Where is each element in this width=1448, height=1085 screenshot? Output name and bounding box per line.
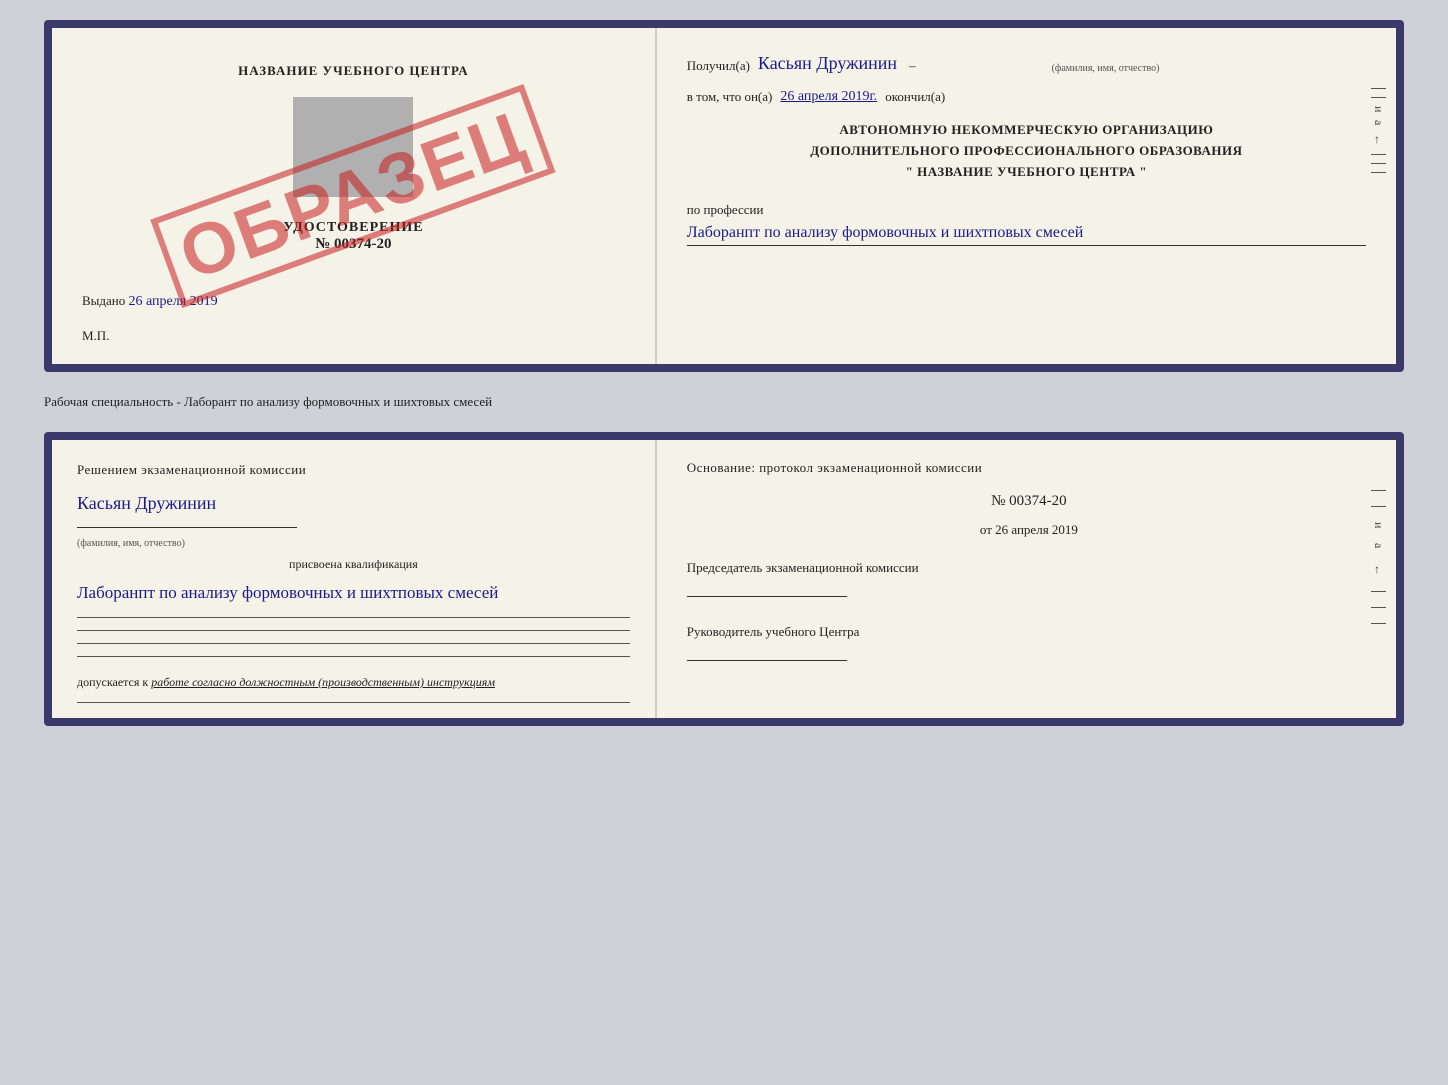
horiz-line3 xyxy=(77,643,630,644)
recipient-name: Касьян Дружинин xyxy=(758,53,897,74)
poluchil-row: Получил(a) Касьян Дружинин – (фамилия, и… xyxy=(687,53,1366,74)
bottom-left-panel: Решением экзаменационной комиссии Касьян… xyxy=(52,440,657,718)
top-document-card: НАЗВАНИЕ УЧЕБНОГО ЦЕНТРА УДОСТОВЕРЕНИЕ №… xyxy=(44,20,1404,372)
bdash1 xyxy=(1371,490,1386,491)
bdash3 xyxy=(1371,591,1386,592)
bletter-ya: а xyxy=(1371,543,1386,548)
horiz-line1 xyxy=(77,617,630,618)
bdash2 xyxy=(1371,506,1386,507)
osnov-title: Основание: протокол экзаменационной коми… xyxy=(687,460,1371,476)
ot-date-value: 26 апреля 2019 xyxy=(995,522,1078,537)
bletter-back: ← xyxy=(1371,564,1386,576)
letter-ya: а xyxy=(1371,120,1386,125)
vydano-line: Выдано 26 апреля 2019 xyxy=(82,293,625,310)
top-left-panel: НАЗВАНИЕ УЧЕБНОГО ЦЕНТРА УДОСТОВЕРЕНИЕ №… xyxy=(52,28,657,364)
predsedatel-signature-line xyxy=(687,596,847,597)
profession-block: по профессии Лаборанпт по анализу формов… xyxy=(687,202,1366,246)
dash-separator: – xyxy=(909,58,916,74)
dash2 xyxy=(1371,97,1386,98)
bottom-right-panel: Основание: протокол экзаменационной коми… xyxy=(657,440,1396,718)
dash4 xyxy=(1371,163,1386,164)
org-line1: АВТОНОМНУЮ НЕКОММЕРЧЕСКУЮ ОРГАНИЗАЦИЮ xyxy=(687,120,1366,141)
name-underline xyxy=(77,527,297,528)
kvalifikacia-value: Лаборанпт по анализу формовочных и шихтп… xyxy=(77,580,630,606)
right-column-lines: и а ← xyxy=(1371,88,1386,173)
org-line3: " НАЗВАНИЕ УЧЕБНОГО ЦЕНТРА " xyxy=(687,162,1366,183)
rukovoditel-label: Руководитель учебного Центра xyxy=(687,624,1371,640)
bletter-i: и xyxy=(1371,522,1386,528)
top-right-content: Получил(a) Касьян Дружинин – (фамилия, и… xyxy=(687,53,1366,246)
horiz-line4 xyxy=(77,656,630,657)
bottom-document-card: Решением экзаменационной комиссии Касьян… xyxy=(44,432,1404,726)
dash3 xyxy=(1371,154,1386,155)
vydano-label: Выдано xyxy=(82,293,125,308)
vtom-row: в том, что он(а) 26 апреля 2019г. окончи… xyxy=(687,89,1366,105)
predsedatel-label: Председатель экзаменационной комиссии xyxy=(687,560,1371,576)
fio-row-bottom xyxy=(77,522,630,528)
fio-label: (фамилия, имя, отчество) xyxy=(1052,63,1160,74)
top-right-panel: Получил(a) Касьян Дружинин – (фамилия, и… xyxy=(657,28,1396,364)
bottom-name-handwritten: Касьян Дружинин xyxy=(77,493,630,514)
bottom-name-text: Касьян Дружинин xyxy=(77,493,216,514)
ot-date-row: от 26 апреля 2019 xyxy=(687,522,1371,538)
right-col-dashes-bottom: и а ← xyxy=(1371,490,1386,624)
protocol-number: № 00374-20 xyxy=(687,493,1371,510)
bdash5 xyxy=(1371,623,1386,624)
fio-label-bottom: (фамилия, имя, отчество) xyxy=(77,538,630,549)
ot-label: от xyxy=(980,522,992,537)
prisvoena-label: присвоена квалификация xyxy=(77,557,630,572)
predsedatel-block: Председатель экзаменационной комиссии xyxy=(687,560,1371,597)
mp-text: М.П. xyxy=(82,328,109,343)
dopuskaetsya-label: допускается к xyxy=(77,675,148,689)
separator-text: Рабочая специальность - Лаборант по анал… xyxy=(44,394,492,409)
org-block: АВТОНОМНУЮ НЕКОММЕРЧЕСКУЮ ОРГАНИЗАЦИЮ ДО… xyxy=(687,120,1366,182)
profession-value: Лаборанпт по анализу формовочных и шихтп… xyxy=(687,221,1366,246)
vtom-label: в том, что он(а) xyxy=(687,89,773,105)
org-line2: ДОПОЛНИТЕЛЬНОГО ПРОФЕССИОНАЛЬНОГО ОБРАЗО… xyxy=(687,141,1366,162)
horiz-line5 xyxy=(77,702,630,703)
dash5 xyxy=(1371,172,1386,173)
dopuskaetsya-block: допускается к работе согласно должностны… xyxy=(77,675,630,690)
rukovoditel-signature-line xyxy=(687,660,847,661)
poluchil-label: Получил(a) xyxy=(687,58,750,74)
komissia-title: Решением экзаменационной комиссии xyxy=(77,460,630,480)
dopuskaetsya-value: работе согласно должностным (производств… xyxy=(151,675,495,689)
po-professii-label: по профессии xyxy=(687,202,764,217)
okonchil-label: окончил(а) xyxy=(885,89,945,105)
bdash4 xyxy=(1371,607,1386,608)
mp-line: М.П. xyxy=(82,328,625,344)
horiz-line2 xyxy=(77,630,630,631)
letter-back: ← xyxy=(1371,134,1386,146)
separator-row: Рабочая специальность - Лаборант по анал… xyxy=(44,390,1404,414)
top-left-title: НАЗВАНИЕ УЧЕБНОГО ЦЕНТРА xyxy=(238,63,469,79)
rukovoditel-block: Руководитель учебного Центра xyxy=(687,624,1371,661)
vtom-date: 26 апреля 2019г. xyxy=(780,89,877,105)
letter-i: и xyxy=(1371,106,1386,112)
dash1 xyxy=(1371,88,1386,89)
